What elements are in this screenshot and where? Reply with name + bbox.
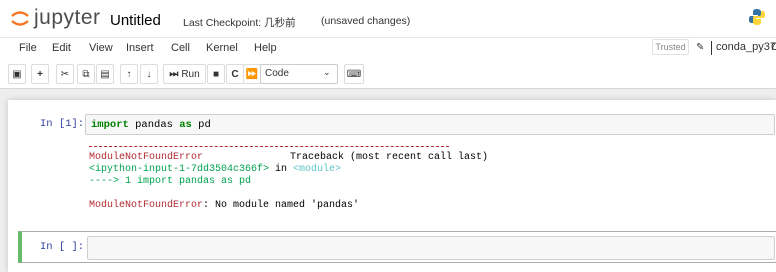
cell-1-code: import pandas as pd: [91, 119, 211, 131]
menu-edit[interactable]: Edit: [52, 42, 71, 54]
traceback-arrow-line: ----> 1 import pandas as pd: [89, 176, 252, 187]
traceback-separator: [89, 146, 449, 147]
menu-file[interactable]: File: [19, 42, 37, 54]
move-up-button[interactable]: ↑: [120, 64, 138, 84]
traceback-in: in: [269, 164, 294, 175]
menu-insert[interactable]: Insert: [126, 42, 154, 54]
cell-1-input[interactable]: import pandas as pd: [85, 114, 775, 135]
move-down-button[interactable]: ↓: [140, 64, 158, 84]
copy-icon: ⧉: [82, 68, 90, 80]
restart-button[interactable]: C: [226, 64, 244, 84]
arrow-up-icon: ↑: [126, 68, 132, 80]
interrupt-button[interactable]: ■: [207, 64, 225, 84]
error-message: ModuleNotFoundError: No module named 'pa…: [89, 200, 359, 211]
code-text: pd: [191, 119, 211, 131]
python-logo-icon: [748, 8, 766, 26]
arrow-down-icon: ↓: [146, 68, 152, 80]
run-label: Run: [181, 68, 200, 80]
traceback-location: <ipython-input-1-7dd3504c366f> in <modul…: [89, 164, 341, 175]
keyboard-icon: ⌨: [346, 68, 362, 80]
error-name: ModuleNotFoundError: [89, 152, 204, 163]
step-forward-icon: ⏭: [169, 68, 179, 80]
stop-icon: ■: [212, 68, 220, 80]
cell-type-value: Code: [265, 68, 289, 79]
checkpoint-status: Last Checkpoint: 几秒前: [183, 17, 296, 29]
traceback-header: Traceback (most recent call last): [290, 152, 489, 163]
kernel-name[interactable]: conda_py37: [716, 41, 776, 53]
traceback-file: <ipython-input-1-7dd3504c366f>: [89, 164, 270, 175]
insert-cell-button[interactable]: +: [31, 64, 49, 84]
notebook-name[interactable]: Untitled: [110, 12, 161, 29]
menu-cell[interactable]: Cell: [171, 42, 190, 54]
code-text: pandas: [128, 119, 180, 131]
cell-2-input[interactable]: [87, 236, 775, 260]
trusted-indicator[interactable]: Trusted: [652, 39, 689, 55]
notebook-header: jupyter Untitled Last Checkpoint: 几秒前 (u…: [0, 0, 776, 37]
command-palette-button[interactable]: ⌨: [344, 64, 364, 84]
error-name-2: ModuleNotFoundError: [89, 200, 204, 211]
menu-help[interactable]: Help: [254, 42, 277, 54]
scissors-icon: ✂: [60, 68, 70, 80]
cut-button[interactable]: ✂: [56, 64, 74, 84]
paste-icon: ▤: [100, 68, 110, 80]
error-text: : No module named 'pandas': [203, 200, 360, 211]
plus-icon: +: [37, 68, 43, 80]
jupyter-logo-icon: [10, 8, 30, 28]
menu-kernel[interactable]: Kernel: [206, 42, 238, 54]
run-button[interactable]: ⏭ Run: [163, 64, 206, 84]
restart-icon: C: [231, 68, 239, 80]
paste-button[interactable]: ▤: [96, 64, 114, 84]
autosave-status: (unsaved changes): [321, 15, 411, 27]
code-keyword: as: [179, 119, 192, 131]
cell-2-prompt: In [ ]:: [40, 241, 85, 253]
jupyter-logo-text: jupyter: [34, 6, 101, 29]
cell-1-prompt: In [1]:: [40, 118, 85, 130]
chevron-down-icon: ⌄: [323, 67, 331, 77]
kernel-status-indicator: O: [771, 41, 776, 53]
cell-type-select[interactable]: Code ⌄: [260, 64, 338, 84]
fast-forward-icon: ⏩: [245, 68, 259, 80]
code-keyword: import: [91, 119, 129, 131]
toolbar: [0, 60, 776, 89]
save-icon: ▣: [12, 68, 22, 80]
menu-view[interactable]: View: [89, 42, 113, 54]
save-button[interactable]: ▣: [8, 64, 26, 84]
edit-mode-pencil-icon: ✎: [696, 42, 705, 53]
traceback-module: <module>: [293, 164, 342, 175]
copy-button[interactable]: ⧉: [77, 64, 95, 84]
kernel-separator: [711, 41, 712, 55]
jupyter-logo[interactable]: jupyter: [10, 6, 101, 30]
restart-run-all-button[interactable]: ⏩: [243, 64, 261, 84]
